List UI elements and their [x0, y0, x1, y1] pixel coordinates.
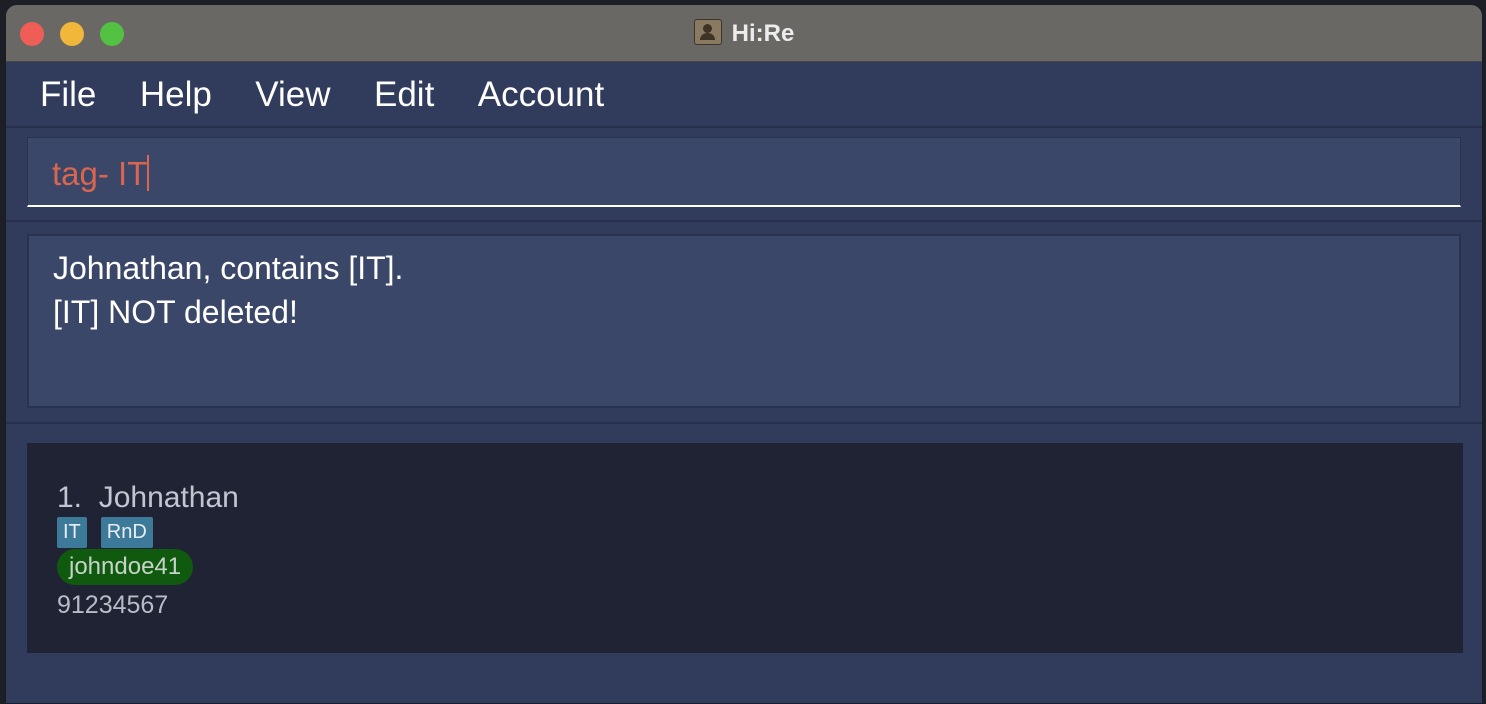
menu-help[interactable]: Help — [140, 75, 212, 115]
window-title-group: Hi:Re — [6, 19, 1482, 48]
tag-badge: IT — [57, 517, 87, 548]
menu-file[interactable]: File — [40, 75, 96, 115]
command-value: tag- IT — [52, 155, 148, 192]
command-text: tag- IT — [52, 155, 150, 193]
username-badge: johndoe41 — [57, 549, 194, 585]
command-input[interactable]: tag- IT — [27, 137, 1461, 207]
person-index: 1. — [57, 481, 83, 514]
result-line: [IT] NOT deleted! — [53, 294, 298, 330]
result-line: Johnathan, contains [IT]. — [53, 250, 404, 286]
menu-account[interactable]: Account — [478, 75, 604, 115]
result-area: Johnathan, contains [IT]. [IT] NOT delet… — [6, 222, 1482, 424]
result-display: Johnathan, contains [IT]. [IT] NOT delet… — [27, 234, 1461, 408]
window-title: Hi:Re — [731, 20, 795, 47]
command-area: tag- IT — [6, 128, 1482, 222]
title-bar[interactable]: Hi:Re — [6, 5, 1482, 62]
person-list[interactable]: 1. Johnathan IT RnD johndoe41 91234567 — [27, 443, 1463, 653]
tag-badge: RnD — [100, 517, 153, 548]
person-name: Johnathan — [98, 481, 239, 514]
contacts-app-icon — [693, 19, 722, 45]
menu-view[interactable]: View — [255, 75, 330, 115]
tag-list: IT RnD — [57, 517, 167, 548]
text-caret — [147, 155, 150, 191]
app-window: Hi:Re File Help View Edit Account tag- I… — [5, 4, 1483, 704]
person-name-line: 1. Johnathan — [57, 481, 239, 515]
menu-bar: File Help View Edit Account — [6, 62, 1482, 128]
menu-edit[interactable]: Edit — [374, 75, 434, 115]
phone-number: 91234567 — [57, 591, 169, 619]
